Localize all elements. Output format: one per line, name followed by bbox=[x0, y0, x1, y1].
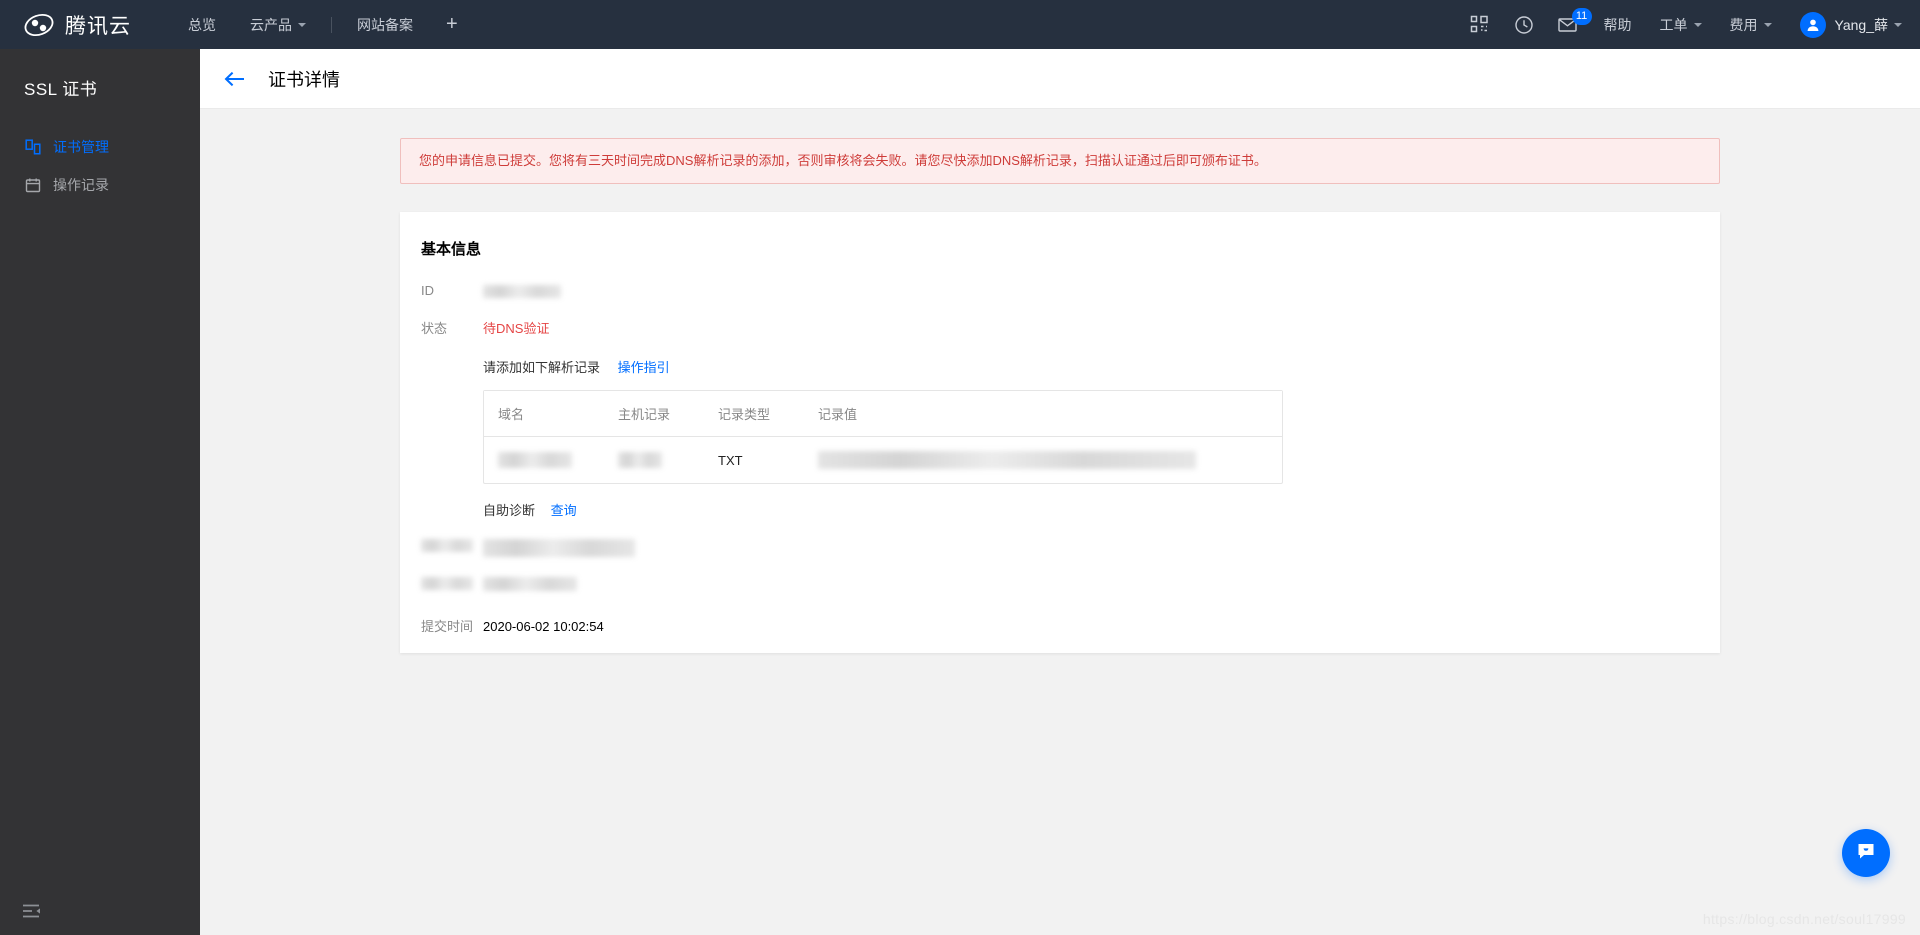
nav-cloud-products-label: 云产品 bbox=[250, 16, 292, 33]
sidebar: SSL 证书 证书管理 操作记录 bbox=[0, 49, 200, 935]
chevron-down-icon bbox=[1693, 22, 1702, 27]
cell-record-type: TXT bbox=[718, 452, 743, 468]
redacted-label bbox=[421, 577, 473, 590]
sidebar-menu: 证书管理 操作记录 bbox=[0, 128, 200, 204]
card-title: 基本信息 bbox=[421, 241, 482, 258]
status-label: 状态 bbox=[421, 321, 448, 336]
brand-name: 腾讯云 bbox=[65, 14, 131, 38]
column-header-domain: 域名 bbox=[484, 391, 604, 437]
page-title: 证书详情 bbox=[268, 69, 340, 90]
nav-divider bbox=[331, 16, 332, 33]
sidebar-item-operation-log[interactable]: 操作记录 bbox=[0, 166, 200, 204]
chat-support-button[interactable] bbox=[1842, 829, 1890, 877]
avatar bbox=[1799, 11, 1826, 38]
id-value bbox=[483, 281, 561, 301]
content-area: 您的申请信息已提交。您将有三天时间完成DNS解析记录的添加，否则审核将会失败。请… bbox=[200, 109, 1920, 653]
user-account-menu[interactable]: Yang_薛 bbox=[1786, 0, 1902, 49]
column-header-host: 主机记录 bbox=[604, 391, 704, 437]
redacted-value bbox=[483, 577, 577, 591]
add-tab-button[interactable]: + bbox=[430, 0, 474, 49]
id-label: ID bbox=[421, 283, 434, 298]
billing-menu-label: 费用 bbox=[1729, 16, 1758, 33]
help-menu-label: 帮助 bbox=[1603, 16, 1632, 33]
clock-icon[interactable] bbox=[1502, 0, 1546, 49]
qrcode-icon[interactable] bbox=[1458, 0, 1502, 49]
redacted-host-value bbox=[618, 452, 662, 469]
mail-icon[interactable]: 11 bbox=[1546, 0, 1592, 49]
watermark-text: https://blog.csdn.net/soul17999 bbox=[1702, 911, 1906, 927]
table-header-row: 域名 主机记录 记录类型 记录值 bbox=[484, 391, 1282, 437]
instruction-line: 请添加如下解析记录 操作指引 bbox=[400, 357, 1720, 376]
mail-unread-badge: 11 bbox=[1571, 8, 1592, 25]
help-menu[interactable]: 帮助 bbox=[1590, 0, 1646, 49]
field-row-id: ID bbox=[400, 281, 1720, 301]
submit-time-value: 2020-06-02 10:02:54 bbox=[483, 619, 604, 634]
back-arrow-icon[interactable] bbox=[222, 66, 248, 92]
nav-icp-filing-label: 网站备案 bbox=[357, 16, 413, 33]
status-badge: 待DNS验证 bbox=[483, 321, 550, 336]
table-row: TXT bbox=[484, 437, 1282, 484]
cell-domain bbox=[484, 437, 604, 484]
billing-menu[interactable]: 费用 bbox=[1716, 0, 1786, 49]
redacted-value bbox=[483, 539, 635, 557]
nav-overview[interactable]: 总览 bbox=[171, 0, 233, 49]
operation-guide-link[interactable]: 操作指引 bbox=[618, 360, 670, 375]
instruction-text: 请添加如下解析记录 bbox=[483, 360, 601, 375]
nav-icp-filing[interactable]: 网站备案 bbox=[340, 0, 430, 49]
brand-home-link[interactable]: 腾讯云 bbox=[22, 8, 131, 42]
header-right-actions: 11 帮助 工单 费用 Yang_薛 bbox=[1458, 0, 1920, 49]
field-row-submit-time: 提交时间 2020-06-02 10:02:54 bbox=[400, 617, 1720, 637]
self-diagnose-label: 自助诊断 bbox=[483, 503, 536, 518]
redacted-id-value bbox=[483, 285, 561, 299]
redacted-label bbox=[421, 539, 473, 552]
column-header-record-type: 记录类型 bbox=[704, 391, 804, 437]
nav-cloud-products[interactable]: 云产品 bbox=[233, 0, 323, 49]
submit-time-label: 提交时间 bbox=[421, 619, 474, 634]
user-name: Yang_薛 bbox=[1834, 16, 1888, 33]
certificate-icon bbox=[24, 139, 41, 156]
self-diagnose-line: 自助诊断 查询 bbox=[400, 500, 1720, 519]
redacted-domain-value bbox=[498, 452, 572, 469]
cell-record-value bbox=[804, 437, 1282, 484]
redacted-field-row bbox=[400, 577, 1720, 591]
main-content: 证书详情 您的申请信息已提交。您将有三天时间完成DNS解析记录的添加，否则审核将… bbox=[200, 49, 1920, 935]
column-header-record-value: 记录值 bbox=[804, 391, 1282, 437]
ticket-menu[interactable]: 工单 bbox=[1646, 0, 1716, 49]
chevron-down-icon bbox=[1763, 22, 1772, 27]
basic-info-card: 基本信息 ID 状态 待DNS验证 请添加如下解析记录 操作指引 域名 主机记录… bbox=[400, 212, 1720, 653]
collapse-sidebar-icon[interactable] bbox=[0, 887, 200, 935]
sidebar-title: SSL 证书 bbox=[24, 80, 98, 99]
cloud-logo-icon bbox=[22, 8, 56, 42]
dns-warning-text: 您的申请信息已提交。您将有三天时间完成DNS解析记录的添加，否则审核将会失败。请… bbox=[419, 153, 1267, 168]
chevron-down-icon bbox=[298, 22, 306, 27]
nav-overview-label: 总览 bbox=[188, 16, 216, 33]
ticket-menu-label: 工单 bbox=[1659, 16, 1688, 33]
primary-nav: 总览 云产品 网站备案 + bbox=[171, 0, 474, 49]
dns-record-table: 域名 主机记录 记录类型 记录值 TXT bbox=[483, 390, 1283, 484]
sidebar-item-label: 证书管理 bbox=[53, 139, 109, 155]
page-header: 证书详情 bbox=[200, 49, 1920, 109]
redacted-record-value bbox=[818, 451, 1196, 469]
sidebar-item-certificate-management[interactable]: 证书管理 bbox=[0, 128, 200, 166]
top-header-bar: 腾讯云 总览 云产品 网站备案 + 11 帮助 工单 费用 Yang_薛 bbox=[0, 0, 1920, 49]
self-diagnose-query-link[interactable]: 查询 bbox=[551, 503, 577, 518]
chat-bubble-icon bbox=[1854, 839, 1878, 868]
calendar-icon bbox=[24, 177, 41, 194]
sidebar-item-label: 操作记录 bbox=[53, 177, 109, 193]
cell-host bbox=[604, 437, 704, 484]
field-row-status: 状态 待DNS验证 bbox=[400, 319, 1720, 339]
redacted-field-row bbox=[400, 539, 1720, 557]
chevron-down-icon bbox=[1894, 22, 1902, 27]
dns-warning-banner: 您的申请信息已提交。您将有三天时间完成DNS解析记录的添加，否则审核将会失败。请… bbox=[400, 138, 1720, 184]
